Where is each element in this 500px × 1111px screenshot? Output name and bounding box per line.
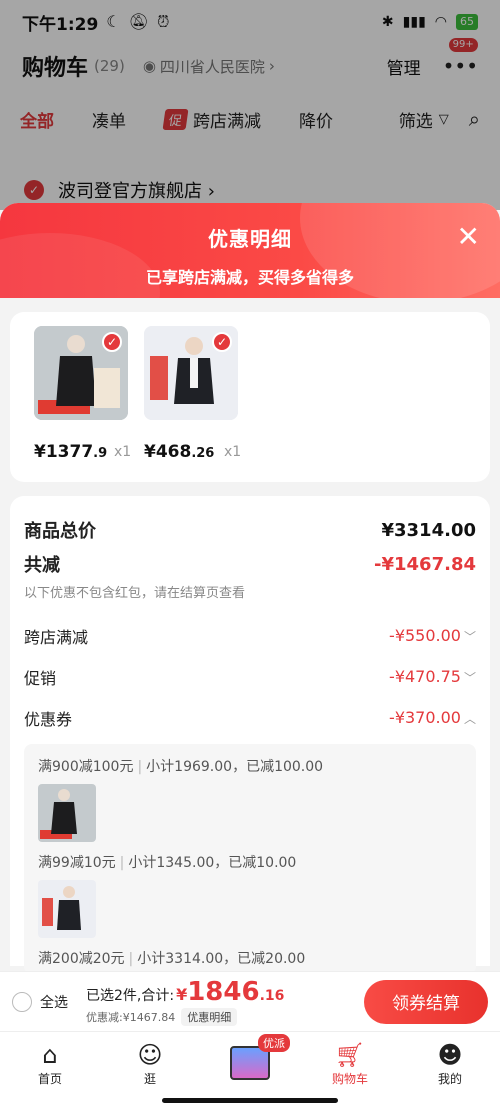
selected-count: 已选2件,合计:	[86, 988, 175, 1004]
reduce-label: 共减	[24, 555, 60, 576]
discount-total: 优惠减:¥1467.84	[86, 1011, 176, 1024]
discount-summary: 商品总价 ¥3314.00 共减 -¥1467.84 以下优惠不包含红包，请在结…	[10, 496, 490, 971]
chevron-down-icon: ﹀	[463, 671, 476, 685]
nav-home[interactable]: ⌂ 首页	[0, 1032, 100, 1111]
total-label: 商品总价	[24, 521, 96, 542]
cart-icon: 🛒︎	[334, 1041, 366, 1069]
coupon-detail-box: 满900减100元 | 小计1969.00，已减100.00 满99减10元 | 小计1…	[24, 744, 476, 971]
product-qty: x1	[224, 444, 242, 460]
coupon-line: 满99减10元 | 小计1345.00，已减10.00	[38, 855, 297, 871]
checkout-button[interactable]: 领券结算	[364, 979, 488, 1024]
product-item[interactable]: ✓ ¥1377.9 x1	[34, 326, 131, 462]
close-icon[interactable]: ✕	[457, 223, 480, 251]
product-item[interactable]: ✓ ¥468.26 x1	[144, 326, 241, 462]
discount-detail-button[interactable]: 优惠明细	[181, 1008, 238, 1026]
profile-icon: ☻	[437, 1041, 463, 1069]
promotion-row[interactable]: 促销 -¥470.75 ﹀	[24, 656, 476, 697]
products-card: ✓ ¥1377.9 x1 ✓ ¥468.26 x1	[10, 312, 490, 482]
product-image: ✓	[34, 326, 128, 420]
reduce-row: 共减 -¥1467.84	[24, 548, 476, 580]
sum-block: 已选2件,合计: ¥1846.16 优惠减:¥1467.84 优惠明细	[86, 977, 284, 1026]
select-all-label[interactable]: 全选	[40, 992, 68, 1012]
selected-check-icon: ✓	[102, 332, 122, 352]
coupon-row[interactable]: 优惠券 -¥370.00 ︿	[24, 697, 476, 738]
selected-check-icon: ✓	[212, 332, 232, 352]
checkout-bar: 全选 已选2件,合计: ¥1846.16 优惠减:¥1467.84 优惠明细 领…	[0, 971, 500, 1031]
coupon-line: 满200减20元 | 小计3314.00，已减20.00	[38, 951, 306, 967]
select-all-radio[interactable]	[12, 991, 32, 1012]
home-indicator	[162, 1098, 338, 1103]
coupon-product-image	[38, 784, 96, 842]
reduce-value: -¥1467.84	[374, 553, 476, 575]
product-qty: x1	[114, 444, 132, 460]
sheet-title: 优惠明细	[208, 227, 292, 251]
browse-icon: ☺	[137, 1041, 163, 1069]
home-icon: ⌂	[42, 1041, 58, 1069]
nav-profile[interactable]: ☻ 我的	[400, 1032, 500, 1111]
cross-store-row[interactable]: 跨店满减 -¥550.00 ﹀	[24, 615, 476, 656]
sheet-header: 优惠明细 已享跨店满减，买得多省得多 ✕	[0, 203, 500, 298]
total-row: 商品总价 ¥3314.00	[24, 496, 476, 548]
total-amount: ¥1846.16	[176, 977, 285, 1007]
discount-detail-sheet: 优惠明细 已享跨店满减，买得多省得多 ✕ ✓ ¥1377.9 x1 ✓ ¥468…	[0, 203, 500, 971]
total-value: ¥3314.00	[381, 519, 476, 541]
chevron-up-icon: ︿	[463, 712, 476, 726]
overlay-mask[interactable]	[0, 0, 500, 210]
discount-note: 以下优惠不包含红包，请在结算页查看	[24, 586, 246, 601]
product-price: ¥468.26	[144, 442, 215, 462]
coupon-line: 满900减100元 | 小计1969.00，已减100.00	[38, 759, 324, 775]
sheet-subtitle: 已享跨店满减，买得多省得多	[145, 268, 354, 287]
chevron-down-icon: ﹀	[463, 630, 476, 644]
coupon-product-image	[38, 880, 96, 938]
product-image: ✓	[144, 326, 238, 420]
product-price: ¥1377.9	[34, 442, 108, 462]
promo-badge: 优派	[258, 1034, 290, 1052]
